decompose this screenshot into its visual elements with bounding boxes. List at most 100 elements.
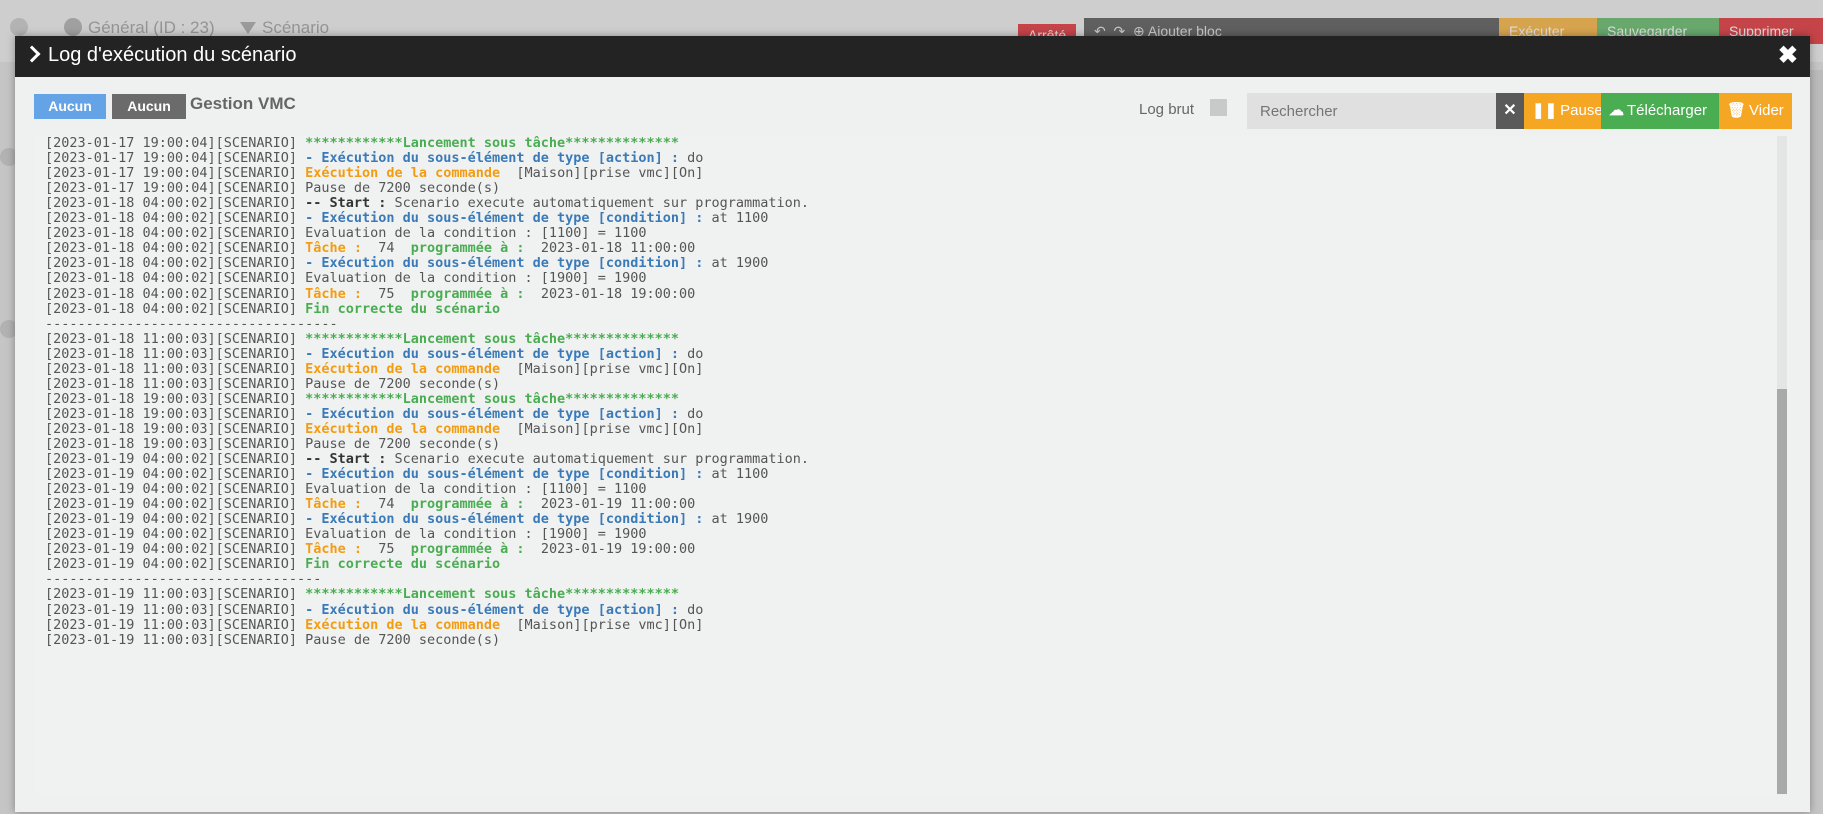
- log-timestamp: [2023-01-18 19:00:03][SCENARIO]: [45, 405, 306, 422]
- log-timestamp: [2023-01-18 11:00:03][SCENARIO]: [45, 345, 306, 362]
- log-timestamp: [2023-01-19 04:00:02][SCENARIO]: [45, 451, 306, 468]
- log-timestamp: [2023-01-18 04:00:02][SCENARIO]: [45, 300, 306, 317]
- log-text: -- Start :: [305, 451, 387, 468]
- empty-button[interactable]: 🗑 Vider: [1719, 93, 1792, 129]
- log-text: ************Lancement sous tâche********…: [305, 136, 679, 152]
- log-text: - Exécution du sous-élément de type [con…: [305, 466, 704, 483]
- log-text: Pause de 7200 seconde(s): [305, 631, 501, 648]
- log-line: [2023-01-17 19:00:04][SCENARIO] - Exécut…: [45, 151, 809, 166]
- log-line: [2023-01-19 04:00:02][SCENARIO] - Exécut…: [45, 467, 809, 482]
- log-timestamp: [2023-01-19 04:00:02][SCENARIO]: [45, 481, 306, 498]
- log-timestamp: [2023-01-18 19:00:03][SCENARIO]: [45, 390, 306, 407]
- log-line: [2023-01-18 04:00:02][SCENARIO] Evaluati…: [45, 226, 809, 241]
- log-text: Evaluation de la condition : [1100] = 11…: [305, 481, 647, 498]
- log-text: Evaluation de la condition : [1900] = 19…: [305, 270, 647, 287]
- chevron-right-icon: [23, 45, 41, 63]
- log-text: Exécution de la commande: [305, 616, 509, 633]
- log-text: [Maison][prise vmc][On]: [508, 420, 704, 437]
- log-timestamp: [2023-01-18 04:00:02][SCENARIO]: [45, 270, 306, 287]
- log-timestamp: [2023-01-18 04:00:02][SCENARIO]: [45, 240, 306, 257]
- log-text: do: [678, 345, 704, 362]
- pause-button[interactable]: ❚❚ Pause: [1524, 93, 1603, 129]
- log-text: Pause de 7200 seconde(s): [305, 375, 501, 392]
- log-text: ------------------------------------: [45, 315, 338, 332]
- scrollbar-thumb[interactable]: [1777, 389, 1787, 794]
- log-text: - Exécution du sous-élément de type [act…: [305, 405, 679, 422]
- log-text: [Maison][prise vmc][On]: [508, 616, 704, 633]
- log-line: [2023-01-19 04:00:02][SCENARIO] Evaluati…: [45, 527, 809, 542]
- log-lines: [2023-01-17 04:00:02][SCENARIO] Fin corr…: [45, 136, 809, 648]
- log-brut-checkbox[interactable]: [1210, 99, 1227, 116]
- log-line: [2023-01-19 04:00:02][SCENARIO] Tâche : …: [45, 497, 809, 512]
- log-line: [2023-01-19 11:00:03][SCENARIO] Pause de…: [45, 631, 809, 648]
- log-text: ************Lancement sous tâche********…: [305, 330, 679, 347]
- log-line: [2023-01-19 11:00:03][SCENARIO] - Exécut…: [45, 601, 809, 618]
- log-text: Fin correcte du scénario: [305, 300, 501, 317]
- download-label: Télécharger: [1627, 102, 1708, 119]
- cloud-download-icon: ☁: [1609, 102, 1624, 119]
- log-timestamp: [2023-01-19 11:00:03][SCENARIO]: [45, 601, 306, 618]
- log-text: 2023-01-19 11:00:00: [532, 496, 696, 513]
- log-timestamp: [2023-01-17 19:00:04][SCENARIO]: [45, 136, 306, 152]
- log-timestamp: [2023-01-18 04:00:02][SCENARIO]: [45, 225, 306, 242]
- log-text: 2023-01-18 11:00:00: [532, 240, 696, 257]
- modal-header: Log d'exécution du scénario ✖: [15, 36, 1810, 77]
- log-line: [2023-01-17 19:00:04][SCENARIO] ********…: [45, 136, 809, 151]
- log-panel[interactable]: [2023-01-17 04:00:02][SCENARIO] Fin corr…: [34, 136, 1790, 794]
- log-text: Tâche :: [305, 240, 371, 257]
- log-line: [2023-01-19 11:00:03][SCENARIO] Exécutio…: [45, 616, 809, 633]
- close-icon[interactable]: ✖: [1778, 41, 1798, 70]
- log-line: ------------------------------------: [45, 315, 809, 332]
- log-line: [2023-01-19 04:00:02][SCENARIO] - Exécut…: [45, 512, 809, 527]
- log-line: [2023-01-18 19:00:03][SCENARIO] - Exécut…: [45, 405, 809, 422]
- log-timestamp: [2023-01-18 04:00:02][SCENARIO]: [45, 285, 306, 302]
- log-text: 2023-01-19 19:00:00: [532, 541, 696, 558]
- log-text: 74: [370, 496, 403, 513]
- log-line: [2023-01-18 04:00:02][SCENARIO] - Exécut…: [45, 256, 809, 271]
- log-timestamp: [2023-01-18 11:00:03][SCENARIO]: [45, 330, 306, 347]
- log-text: do: [678, 601, 704, 618]
- log-line: [2023-01-18 04:00:02][SCENARIO] -- Start…: [45, 196, 809, 211]
- log-text: Pause de 7200 seconde(s): [305, 180, 501, 197]
- filter-level-button[interactable]: Aucun: [34, 94, 106, 119]
- trash-icon: 🗑: [1727, 102, 1747, 119]
- clear-search-icon[interactable]: ✕: [1496, 93, 1524, 129]
- log-text: Evaluation de la condition : [1900] = 19…: [305, 526, 647, 543]
- log-text: - Exécution du sous-élément de type [con…: [305, 255, 704, 272]
- log-line: [2023-01-17 19:00:04][SCENARIO] Exécutio…: [45, 166, 809, 181]
- log-timestamp: [2023-01-19 04:00:02][SCENARIO]: [45, 556, 306, 573]
- log-text: 75: [370, 541, 403, 558]
- log-text: ************Lancement sous tâche********…: [305, 586, 679, 603]
- log-line: [2023-01-18 11:00:03][SCENARIO] ********…: [45, 330, 809, 347]
- download-button[interactable]: ☁ Télécharger: [1601, 93, 1719, 129]
- log-text: 74: [370, 240, 403, 257]
- log-text: programmée à :: [402, 541, 533, 558]
- log-line: [2023-01-18 04:00:02][SCENARIO] - Exécut…: [45, 211, 809, 226]
- log-timestamp: [2023-01-17 19:00:04][SCENARIO]: [45, 165, 306, 182]
- filter-type-button[interactable]: Aucun: [112, 94, 186, 119]
- search-input[interactable]: [1247, 93, 1496, 129]
- log-text: Fin correcte du scénario: [305, 556, 501, 573]
- log-timestamp: [2023-01-19 04:00:02][SCENARIO]: [45, 496, 306, 513]
- log-line: ----------------------------------: [45, 572, 809, 587]
- log-timestamp: [2023-01-19 11:00:03][SCENARIO]: [45, 631, 306, 648]
- pause-icon: ❚❚: [1532, 102, 1558, 119]
- log-text: Tâche :: [305, 285, 371, 302]
- log-text: at 1100: [703, 210, 769, 227]
- log-line: [2023-01-19 04:00:02][SCENARIO] -- Start…: [45, 452, 809, 467]
- log-text: 2023-01-18 19:00:00: [532, 285, 696, 302]
- log-timestamp: [2023-01-17 19:00:04][SCENARIO]: [45, 150, 306, 167]
- log-text: - Exécution du sous-élément de type [act…: [305, 150, 679, 167]
- log-timestamp: [2023-01-19 04:00:02][SCENARIO]: [45, 511, 306, 528]
- log-text: programmée à :: [402, 496, 533, 513]
- log-line: [2023-01-18 04:00:02][SCENARIO] Tâche : …: [45, 285, 809, 302]
- log-text: Evaluation de la condition : [1100] = 11…: [305, 225, 647, 242]
- log-text: Exécution de la commande: [305, 360, 509, 377]
- log-text: Exécution de la commande: [305, 420, 509, 437]
- log-text: - Exécution du sous-élément de type [act…: [305, 345, 679, 362]
- log-timestamp: [2023-01-18 11:00:03][SCENARIO]: [45, 360, 306, 377]
- log-line: [2023-01-17 19:00:04][SCENARIO] Pause de…: [45, 181, 809, 196]
- log-timestamp: [2023-01-18 04:00:02][SCENARIO]: [45, 195, 306, 212]
- modal-title: Log d'exécution du scénario: [48, 44, 297, 66]
- log-line: [2023-01-18 04:00:02][SCENARIO] Evaluati…: [45, 271, 809, 286]
